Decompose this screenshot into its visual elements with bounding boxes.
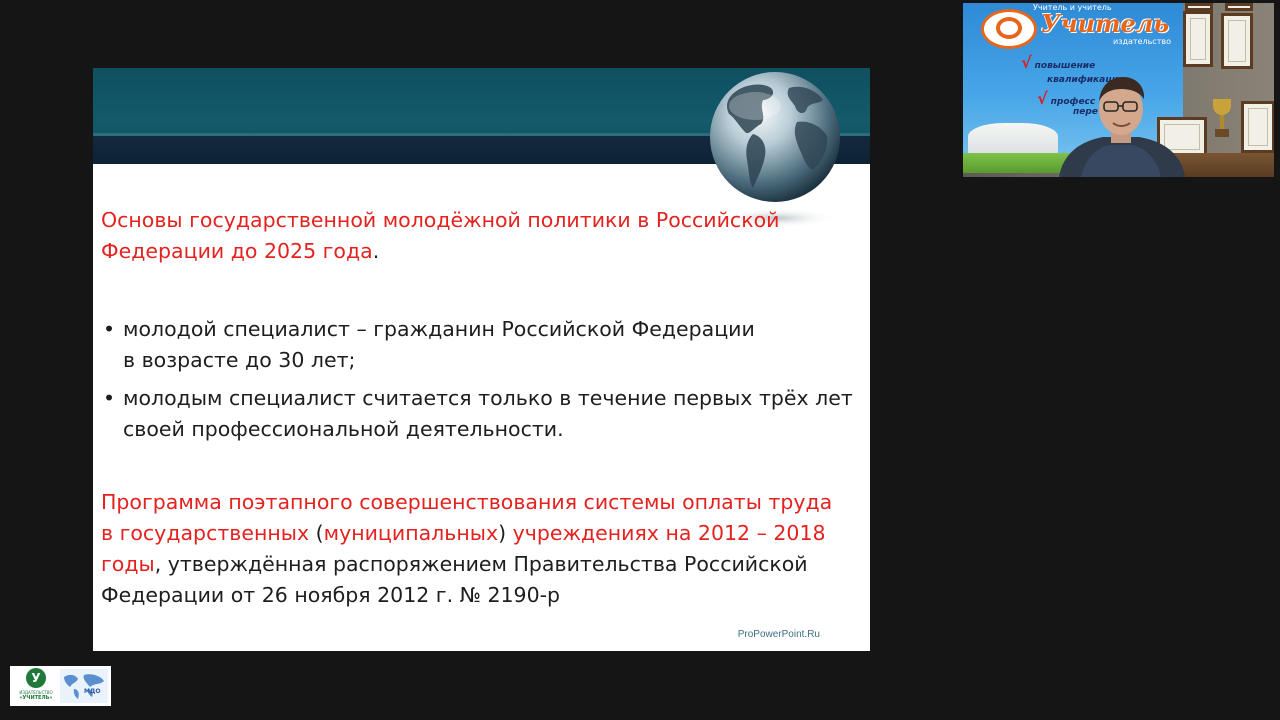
logo-caption-big: «УЧИТЕЛЬ»: [19, 695, 53, 701]
slide-body: Основы государственной молодёжной полити…: [101, 205, 861, 611]
presentation-slide: Основы государственной молодёжной полити…: [93, 68, 870, 651]
bullet-dot: •: [103, 317, 116, 341]
program-line-2d: ): [498, 521, 513, 545]
world-map-icon: [60, 669, 108, 703]
bullet-2-line-1: молодым специалист считается только в те…: [123, 386, 853, 410]
bullet-1-line-1: молодой специалист – гражданин Российско…: [123, 317, 755, 341]
uchitel-logo-icon: У: [26, 668, 46, 688]
program-line-1: Программа поэтапного совершенствования с…: [101, 490, 833, 514]
program-line-2c: муниципальных: [323, 521, 499, 545]
title-heading: Основы государственной молодёжной полити…: [101, 205, 861, 267]
presenter-figure: [1059, 77, 1185, 177]
webcam-feed: Учитель и учитель Учитель издательство √…: [963, 3, 1274, 177]
bullet-list: • молодой специалист – гражданин Российс…: [101, 314, 861, 445]
bullet-item: • молодым специалист считается только в …: [101, 383, 861, 445]
title-period: .: [372, 239, 380, 263]
title-line-2: Федерации до 2025 года: [101, 239, 373, 263]
program-line-4: Федерации от 26 ноября 2012 г. № 2190-р: [101, 583, 561, 607]
program-line-3-rest: , утверждённая распоряжением Правительст…: [154, 552, 808, 576]
program-line-2a: в государственных: [101, 521, 310, 545]
program-line-2b: (: [309, 521, 324, 545]
slide-footer-credit: ProPowerPoint.Ru: [737, 629, 820, 640]
bullet-2-line-2: своей профессиональной деятельности.: [123, 417, 564, 441]
publisher-logos: У ИЗДАТЕЛЬСТВО «УЧИТЕЛЬ» МДО: [10, 666, 111, 706]
logo-map-label: МДО: [84, 688, 101, 695]
bullet-item: • молодой специалист – гражданин Российс…: [101, 314, 861, 376]
title-line-1: Основы государственной молодёжной полити…: [101, 208, 780, 232]
program-paragraph: Программа поэтапного совершенствования с…: [101, 487, 861, 611]
program-line-3-red: годы: [101, 552, 155, 576]
bullet-1-line-2: в возрасте до 30 лет;: [123, 348, 356, 372]
bullet-dot: •: [103, 386, 116, 410]
program-line-2e: учреждениях на 2012 – 2018: [512, 521, 826, 545]
